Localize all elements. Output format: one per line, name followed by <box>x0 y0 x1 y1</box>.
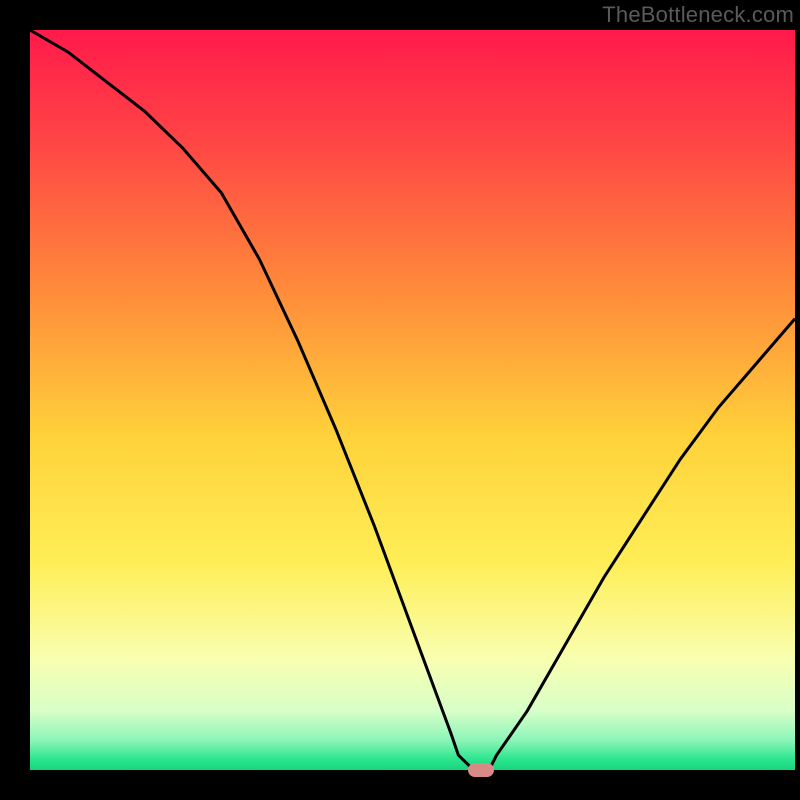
watermark-text: TheBottleneck.com <box>602 2 794 28</box>
plot-background <box>30 30 795 770</box>
chart-svg <box>0 0 800 800</box>
bottleneck-chart: TheBottleneck.com <box>0 0 800 800</box>
curve-marker <box>468 763 494 777</box>
